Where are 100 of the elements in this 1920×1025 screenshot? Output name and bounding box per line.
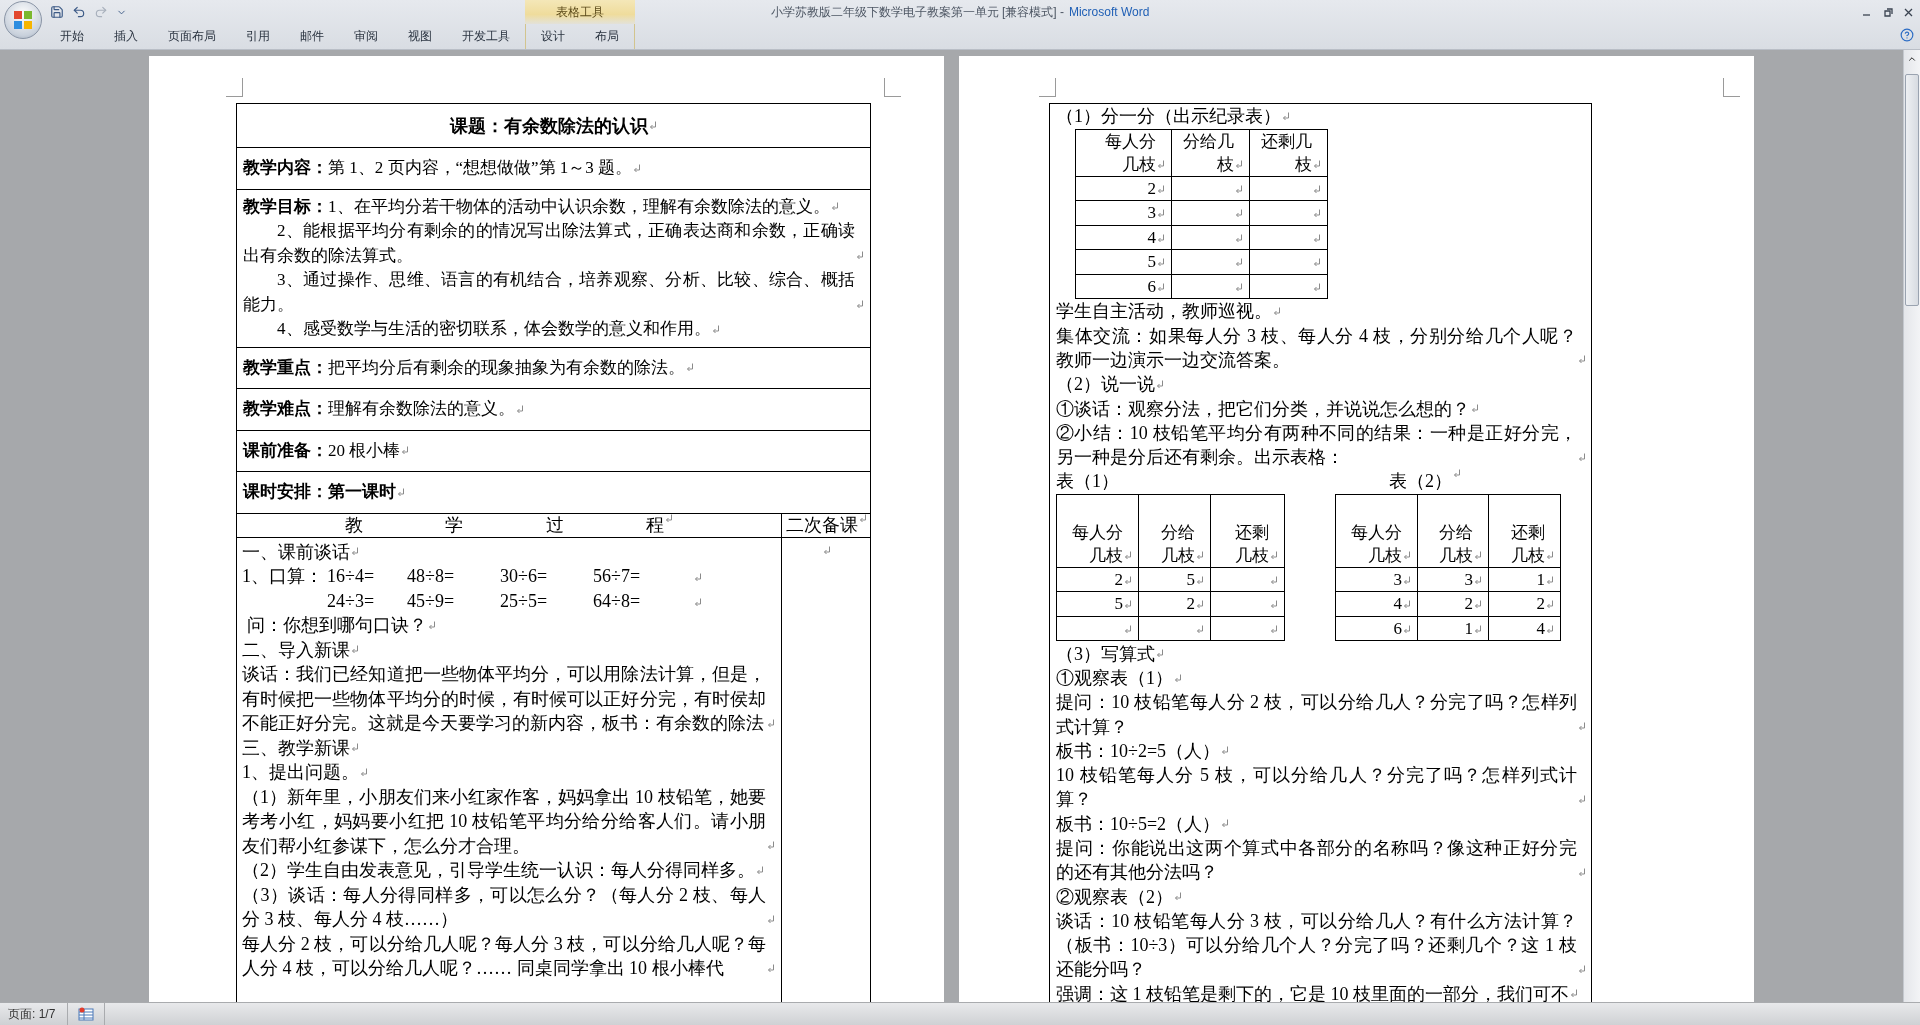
window-title: 小学苏教版二年级下数学电子教案第一单元 [兼容模式] - — [770, 3, 1064, 21]
field-label: 教学内容： — [243, 157, 328, 179]
paragraph-text: ①谈话：观察分法，把它们分类，并说说怎么想的？ — [1056, 397, 1470, 421]
ribbon-tab[interactable]: 视图 — [393, 24, 447, 49]
crop-mark — [226, 78, 243, 97]
field-value: 把平均分后有剩余的现象抽象为有余数的除法。 — [328, 356, 685, 379]
paragraph-text: （3）谈话：每人分得同样多，可以怎么分？（每人分 2 枝、每人分 3 枝、每人分 4 枝……） — [242, 883, 766, 931]
paragraph-text: 谈话：10 枝铅笔每人分 3 枝，可以分给几人？有什么方法计算？（板书：10÷3）可以分给几个人？分完了吗？还剩几个？这 1 枝还能分吗？ — [1056, 910, 1577, 982]
paragraph-text: 每人分 2 枝，可以分给几人呢？每人分 3 枝，可以分给几人呢？每人分 4 枝，可以分给几人呢？…… 同桌同学拿出 10 根小棒代 — [242, 932, 766, 980]
crop-mark — [1723, 78, 1740, 97]
column-header: 二次备课 — [785, 513, 858, 537]
column-header: 还剩几枝 — [1260, 130, 1312, 176]
app-name: Microsoft Word — [1068, 5, 1150, 19]
scrollbar-thumb[interactable] — [1905, 74, 1919, 306]
field-value: 第 1、2 页内容，“想想做做”第 1～3 题。 — [328, 157, 633, 179]
paragraph-text: 学生自主活动，教师巡视。 — [1056, 300, 1272, 324]
crop-mark — [884, 78, 901, 97]
save-icon[interactable] — [50, 5, 64, 19]
table-cell: 3 — [1393, 569, 1402, 589]
table-icon[interactable] — [78, 1007, 95, 1021]
paragraph-text: 10 枝铅笔每人分 5 枝，可以分给几人？分完了吗？怎样列式计算？ — [1056, 764, 1577, 812]
lesson-title: 课题：有余数除法的认识 — [450, 114, 648, 138]
table-caption: 表（1） — [1056, 470, 1119, 494]
paragraph-text: （1）新年里，小朋友们来小红家作客，妈妈拿出 10 枝铅笔，她要考考小红，妈妈要小红把 10 枝铅笔平均分给分给客人们。请小朋友们帮小红参谋下，怎么分才合理。 — [242, 785, 766, 858]
ribbon-tab[interactable]: 邮件 — [285, 24, 339, 49]
ribbon-tab[interactable]: 开发工具 — [447, 24, 525, 49]
table-cell: 1 — [1464, 618, 1473, 638]
help-icon[interactable] — [1900, 28, 1914, 42]
column-header: 教 学 过 程 — [344, 513, 665, 537]
arithmetic-expression: 48÷8= — [407, 565, 456, 588]
table-cell: 6 — [1393, 618, 1402, 638]
column-header: 每人分几枝 — [1104, 130, 1156, 176]
paragraph-text: ②小结：10 枝铅笔平均分有两种不同的结果：一种是正好分完，另一种是分后还有剩余。出示表格： — [1056, 421, 1577, 470]
column-header: 分给几枝 — [1160, 521, 1195, 567]
table-cell: 4 — [1536, 618, 1545, 638]
page-indicator: 页面: 1/7 — [0, 1003, 69, 1025]
paragraph-text: ①观察表（1） — [1056, 667, 1173, 691]
table-cell: 1 — [1536, 569, 1545, 589]
ribbon-tab[interactable]: 引用 — [231, 24, 285, 49]
field-label: 教学目标： — [243, 195, 328, 218]
field-value: 20 根小棒 — [328, 439, 401, 462]
paragraph-text: 集体交流：如果每人分 3 枝、每人分 4 枝，分别分给几个人呢？教师一边演示一边交流答案。 — [1056, 324, 1577, 372]
table-cell: 3 — [1464, 569, 1473, 589]
table-cell: 5 — [1186, 569, 1195, 589]
vertical-scrollbar[interactable] — [1903, 50, 1920, 1002]
caret-icon[interactable] — [1907, 54, 1917, 64]
paragraph-text: 4、感受数学与生活的密切联系，体会数学的意义和作用。 — [276, 318, 711, 340]
table-cell: 2 — [1114, 569, 1123, 589]
column-header: 每人分几枝 — [1071, 521, 1123, 567]
paragraph-text: 提问：你能说出这两个算式中各部分的名称吗？像这种正好分完的还有其他分法吗？ — [1056, 837, 1577, 885]
field-label: 课前准备： — [243, 439, 328, 462]
paragraph-text: 强调：这 1 枝铅笔是剩下的，它是 10 枝里面的一部分，我们可不 — [1056, 982, 1569, 1002]
column-header: 还剩几枝 — [1234, 521, 1269, 567]
paragraph-text: 3、通过操作、思维、语言的有机结合，培养观察、分析、比较、综合、概括能力。 — [243, 269, 855, 316]
paragraph-text: 一、课前谈话 — [242, 540, 350, 564]
undo-icon[interactable] — [72, 5, 86, 19]
ribbon-tab[interactable]: 布局 — [580, 24, 634, 49]
context-tab-group: 表格工具 — [525, 0, 635, 24]
paragraph-text: 板书：10÷2=5（人） — [1056, 740, 1221, 763]
column-header: 还剩几枝 — [1510, 521, 1545, 567]
column-header: 每人分几枝 — [1350, 521, 1402, 567]
table-cell: 3 — [1147, 203, 1156, 222]
ribbon-tab[interactable]: 设计 — [526, 24, 580, 49]
table-cell: 2 — [1186, 594, 1195, 614]
table-cell: 4 — [1147, 227, 1156, 247]
column-header: 分给几枝 — [1438, 521, 1473, 567]
paragraph-text: （2）说一说 — [1056, 373, 1155, 397]
close-icon[interactable] — [1903, 6, 1914, 18]
paragraph-text: 三、教学新课 — [242, 736, 350, 760]
table-cell: 2 — [1464, 594, 1473, 614]
table-cell: 2 — [1147, 178, 1156, 198]
paragraph-text: ②观察表（2） — [1056, 885, 1173, 909]
ribbon-tab[interactable]: 页面布局 — [153, 24, 231, 49]
table-cell: 5 — [1147, 252, 1156, 271]
ribbon-tab[interactable]: 开始 — [45, 24, 99, 49]
paragraph-text: 二、导入新课 — [242, 638, 350, 662]
arithmetic-expression: 45÷9= — [407, 589, 456, 613]
office-button[interactable] — [4, 1, 42, 39]
table-cell: 5 — [1114, 594, 1123, 614]
ribbon-tab[interactable]: 审阅 — [339, 24, 393, 49]
ribbon-tab[interactable]: 插入 — [99, 24, 153, 49]
paragraph-text: （1）分一分（出示纪录表） — [1056, 105, 1281, 129]
arithmetic-expression: 56÷7= — [593, 565, 642, 588]
field-label: 教学重点： — [243, 356, 328, 379]
arithmetic-expression: 25÷5= — [500, 589, 549, 613]
field-value: 第一课时 — [328, 481, 396, 503]
field-value: 理解有余数除法的意义。 — [328, 398, 515, 420]
paragraph-text: 提问：10 枝铅笔每人分 2 枝，可以分给几人？分完了吗？怎样列式计算？ — [1056, 691, 1577, 739]
drill-label: 1、口算： — [242, 565, 324, 588]
paragraph-text: 板书：10÷5=2（人） — [1056, 812, 1221, 836]
field-label: 教学难点： — [243, 398, 328, 420]
table-caption: 表（2） — [1389, 470, 1452, 494]
paragraph-text: 谈话：我们已经知道把一些物体平均分，可以用除法计算，但是，有时候把一些物体平均分的时候，有时候可以正好分完，有时侯却不能正好分完。这就是今天要学习的新内容，板书：有余数的除法 — [242, 663, 766, 735]
restore-icon[interactable] — [1882, 6, 1893, 18]
app-logo-icon — [12, 9, 34, 31]
column-header: 分给几枝 — [1182, 130, 1234, 176]
paragraph-text: （3）写算式 — [1056, 642, 1155, 666]
paragraph-text: 1、提出问题。 — [242, 761, 359, 784]
arithmetic-expression: 30÷6= — [500, 565, 549, 588]
paragraph-text: 2、能根据平均分有剩余的的情况写出除法算式，正确表达商和余数，正确读出有余数的除法算式。 — [243, 220, 855, 267]
